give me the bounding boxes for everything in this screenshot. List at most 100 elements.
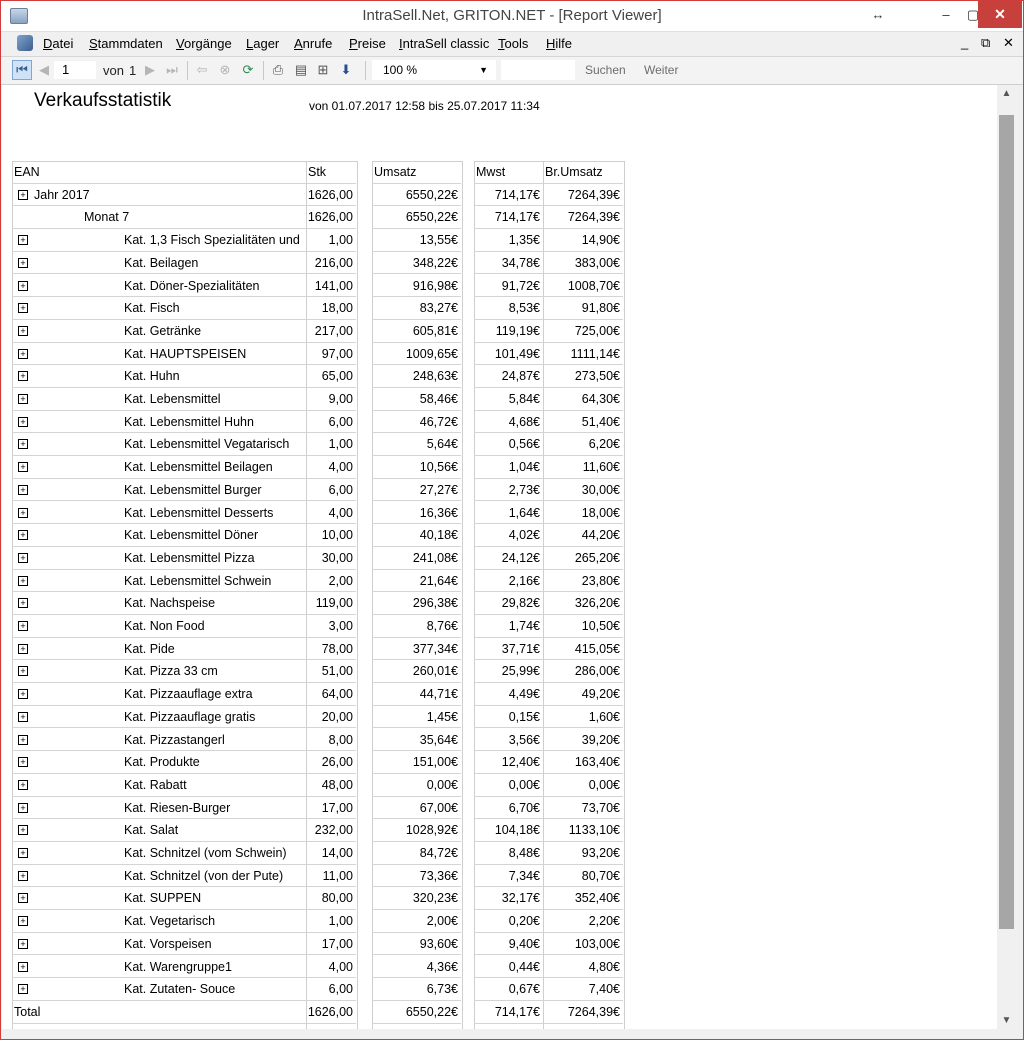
plus-box-icon[interactable]: +	[18, 825, 28, 836]
cell-umsatz: 58,46€	[372, 388, 461, 411]
plus-box-icon[interactable]: +	[18, 235, 28, 246]
plus-box-icon[interactable]: +	[18, 961, 28, 972]
plus-box-icon[interactable]: +	[18, 757, 28, 768]
menu-datei[interactable]: Datei	[43, 36, 73, 51]
search-button[interactable]: Suchen	[585, 63, 626, 77]
mdi-minimize-icon[interactable]: _	[961, 35, 968, 50]
menu-preise[interactable]: Preise	[349, 36, 386, 51]
current-page-input[interactable]: 1	[54, 61, 96, 79]
scroll-down-icon[interactable]: ▼	[998, 1012, 1015, 1029]
scroll-thumb[interactable]	[999, 115, 1014, 929]
cell-stk: 17,00	[306, 797, 356, 820]
stop-icon[interactable]: ⊗	[216, 61, 234, 79]
plus-box-icon[interactable]: +	[18, 189, 28, 200]
mdi-child-icon[interactable]	[17, 35, 33, 51]
cell-brumsatz: 163,40€	[543, 751, 623, 774]
cell-mwst: 1,04€	[474, 456, 543, 479]
scroll-up-icon[interactable]: ▲	[998, 85, 1015, 102]
export-icon[interactable]: ⬇	[337, 61, 355, 79]
plus-box-icon[interactable]: +	[18, 893, 28, 904]
plus-box-icon[interactable]: +	[18, 666, 28, 677]
cell-brumsatz: 93,20€	[543, 842, 623, 865]
plus-box-icon[interactable]: +	[18, 257, 28, 268]
zoom-value: 100 %	[383, 63, 418, 77]
plus-box-icon[interactable]: +	[18, 462, 28, 473]
cell-stk: 48,00	[306, 774, 356, 797]
plus-box-icon[interactable]: +	[18, 575, 28, 586]
mdi-close-icon[interactable]: ✕	[1003, 35, 1014, 51]
close-icon[interactable]: ✕	[978, 1, 1022, 28]
plus-box-icon[interactable]: +	[18, 779, 28, 790]
menu-anrufe[interactable]: Anrufe	[294, 36, 332, 51]
plus-box-icon[interactable]: +	[18, 394, 28, 404]
plus-box-icon[interactable]: +	[18, 598, 28, 609]
print-layout-icon[interactable]: ▤	[292, 61, 310, 79]
mdi-restore-icon[interactable]: ⧉	[981, 35, 990, 51]
plus-box-icon[interactable]: +	[18, 348, 28, 359]
table-row-label: + Kat. Nachspeise	[12, 592, 306, 615]
cell-stk: 1,00	[306, 229, 356, 252]
cell-brumsatz: 80,70€	[543, 865, 623, 888]
vertical-scrollbar[interactable]: ▲ ▼	[998, 85, 1015, 1029]
search-input[interactable]	[501, 60, 575, 80]
zoom-select[interactable]: 100 % ▼	[372, 60, 496, 80]
plus-box-icon[interactable]: +	[18, 325, 28, 336]
plus-box-icon[interactable]: +	[18, 734, 28, 745]
plus-box-icon[interactable]: +	[18, 303, 28, 314]
plus-box-icon[interactable]: +	[18, 507, 28, 518]
plus-box-icon[interactable]: +	[18, 416, 28, 427]
last-page-icon[interactable]: ⏭	[163, 61, 181, 79]
plus-box-icon[interactable]: +	[18, 848, 28, 858]
table-row-label: + Jahr 2017	[12, 184, 306, 207]
print-icon[interactable]: ⎙	[269, 61, 287, 79]
plus-box-icon[interactable]: +	[18, 484, 28, 495]
menu-lager[interactable]: Lager	[246, 36, 279, 51]
plus-box-icon[interactable]: +	[18, 643, 28, 654]
previous-page-icon[interactable]: ◀	[35, 61, 53, 79]
plus-box-icon[interactable]: +	[18, 552, 28, 563]
resize-arrows-icon[interactable]: ↔	[863, 1, 893, 28]
row-label: Kat. Riesen-Burger	[124, 800, 231, 815]
plus-box-icon[interactable]: +	[18, 621, 28, 631]
cell-stk: 8,00	[306, 729, 356, 752]
plus-box-icon[interactable]: +	[18, 280, 28, 291]
table-row-label: + Kat. Lebensmittel Schwein	[12, 570, 306, 593]
menu-hilfe[interactable]: Hilfe	[546, 36, 572, 51]
row-label: Kat. Pide	[124, 641, 175, 656]
row-label: Kat. Döner-Spezialitäten	[124, 278, 260, 293]
cell-umsatz: 248,63€	[372, 365, 461, 388]
find-next-button[interactable]: Weiter	[644, 63, 678, 77]
app-window: IntraSell.Net, GRITON.NET - [Report View…	[0, 0, 1024, 1040]
menu-tools[interactable]: Tools	[498, 36, 528, 51]
plus-box-icon[interactable]: +	[18, 371, 28, 382]
plus-box-icon[interactable]: +	[18, 916, 28, 927]
menu-vorgaenge[interactable]: Vorgänge	[176, 36, 232, 51]
row-label: Kat. HAUPTSPEISEN	[124, 346, 247, 361]
menu-intrasell-classic[interactable]: IntraSell classic	[399, 36, 489, 51]
plus-box-icon[interactable]: +	[18, 711, 28, 722]
refresh-icon[interactable]: ⟳	[239, 61, 257, 79]
next-page-icon[interactable]: ▶	[141, 61, 159, 79]
cell-mwst: 34,78€	[474, 252, 543, 275]
row-label: Kat. Lebensmittel Schwein	[124, 573, 272, 588]
first-page-icon[interactable]: ⏮	[12, 60, 32, 80]
cell-stk: 97,00	[306, 343, 356, 366]
row-label: Kat. SUPPEN	[124, 891, 202, 906]
title-bar: IntraSell.Net, GRITON.NET - [Report View…	[1, 1, 1023, 32]
page-setup-icon[interactable]: ⊞	[314, 61, 332, 79]
plus-box-icon[interactable]: +	[18, 689, 28, 700]
plus-box-icon[interactable]: +	[18, 530, 28, 541]
cell-brumsatz: 73,70€	[543, 797, 623, 820]
plus-box-icon[interactable]: +	[18, 938, 28, 949]
plus-box-icon[interactable]: +	[18, 870, 28, 881]
menu-stammdaten[interactable]: Stammdaten	[89, 36, 163, 51]
cell-umsatz: 296,38€	[372, 592, 461, 615]
plus-box-icon[interactable]: +	[18, 439, 28, 450]
table-row-label: + Kat. 1,3 Fisch Spezialitäten und	[12, 229, 306, 252]
cell-umsatz: 916,98€	[372, 275, 461, 298]
back-icon[interactable]: ⇦	[193, 61, 211, 79]
cell-umsatz: 1,45€	[372, 706, 461, 729]
row-label: Kat. Vorspeisen	[124, 936, 212, 951]
plus-box-icon[interactable]: +	[18, 802, 28, 813]
plus-box-icon[interactable]: +	[18, 984, 28, 995]
